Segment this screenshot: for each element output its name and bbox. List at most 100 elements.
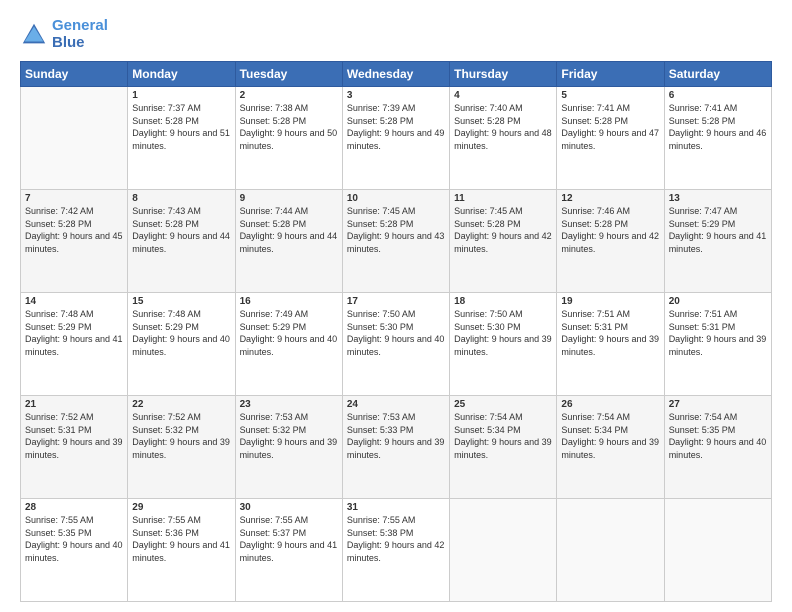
col-header-monday: Monday	[128, 62, 235, 87]
calendar-cell: 14Sunrise: 7:48 AMSunset: 5:29 PMDayligh…	[21, 293, 128, 396]
calendar-cell: 5Sunrise: 7:41 AMSunset: 5:28 PMDaylight…	[557, 87, 664, 190]
day-number: 29	[132, 502, 230, 513]
calendar-cell	[557, 499, 664, 602]
calendar-cell	[21, 87, 128, 190]
calendar-cell: 25Sunrise: 7:54 AMSunset: 5:34 PMDayligh…	[450, 396, 557, 499]
day-number: 9	[240, 193, 338, 204]
col-header-sunday: Sunday	[21, 62, 128, 87]
calendar-cell: 4Sunrise: 7:40 AMSunset: 5:28 PMDaylight…	[450, 87, 557, 190]
calendar-cell: 24Sunrise: 7:53 AMSunset: 5:33 PMDayligh…	[342, 396, 449, 499]
day-number: 30	[240, 502, 338, 513]
day-number: 10	[347, 193, 445, 204]
day-info: Sunrise: 7:51 AMSunset: 5:31 PMDaylight:…	[561, 308, 659, 358]
day-number: 14	[25, 296, 123, 307]
day-number: 28	[25, 502, 123, 513]
calendar-cell	[450, 499, 557, 602]
day-info: Sunrise: 7:54 AMSunset: 5:34 PMDaylight:…	[454, 411, 552, 461]
day-number: 31	[347, 502, 445, 513]
day-info: Sunrise: 7:48 AMSunset: 5:29 PMDaylight:…	[132, 308, 230, 358]
day-number: 18	[454, 296, 552, 307]
day-info: Sunrise: 7:47 AMSunset: 5:29 PMDaylight:…	[669, 205, 767, 255]
day-info: Sunrise: 7:52 AMSunset: 5:32 PMDaylight:…	[132, 411, 230, 461]
calendar-cell: 11Sunrise: 7:45 AMSunset: 5:28 PMDayligh…	[450, 190, 557, 293]
day-number: 16	[240, 296, 338, 307]
day-info: Sunrise: 7:39 AMSunset: 5:28 PMDaylight:…	[347, 102, 445, 152]
day-info: Sunrise: 7:53 AMSunset: 5:32 PMDaylight:…	[240, 411, 338, 461]
calendar-cell: 7Sunrise: 7:42 AMSunset: 5:28 PMDaylight…	[21, 190, 128, 293]
day-info: Sunrise: 7:37 AMSunset: 5:28 PMDaylight:…	[132, 102, 230, 152]
day-number: 15	[132, 296, 230, 307]
day-number: 8	[132, 193, 230, 204]
day-number: 25	[454, 399, 552, 410]
col-header-thursday: Thursday	[450, 62, 557, 87]
calendar-cell: 6Sunrise: 7:41 AMSunset: 5:28 PMDaylight…	[664, 87, 771, 190]
calendar-cell: 9Sunrise: 7:44 AMSunset: 5:28 PMDaylight…	[235, 190, 342, 293]
calendar-cell: 8Sunrise: 7:43 AMSunset: 5:28 PMDaylight…	[128, 190, 235, 293]
day-info: Sunrise: 7:45 AMSunset: 5:28 PMDaylight:…	[454, 205, 552, 255]
calendar-cell: 20Sunrise: 7:51 AMSunset: 5:31 PMDayligh…	[664, 293, 771, 396]
logo-text: General Blue	[52, 18, 108, 51]
header: General Blue	[20, 18, 772, 51]
col-header-tuesday: Tuesday	[235, 62, 342, 87]
calendar-cell: 10Sunrise: 7:45 AMSunset: 5:28 PMDayligh…	[342, 190, 449, 293]
day-number: 27	[669, 399, 767, 410]
calendar-table: SundayMondayTuesdayWednesdayThursdayFrid…	[20, 61, 772, 602]
col-header-friday: Friday	[557, 62, 664, 87]
day-number: 4	[454, 90, 552, 101]
day-number: 5	[561, 90, 659, 101]
day-info: Sunrise: 7:49 AMSunset: 5:29 PMDaylight:…	[240, 308, 338, 358]
logo: General Blue	[20, 18, 108, 51]
day-info: Sunrise: 7:48 AMSunset: 5:29 PMDaylight:…	[25, 308, 123, 358]
day-number: 2	[240, 90, 338, 101]
day-number: 11	[454, 193, 552, 204]
col-header-saturday: Saturday	[664, 62, 771, 87]
calendar-cell: 26Sunrise: 7:54 AMSunset: 5:34 PMDayligh…	[557, 396, 664, 499]
calendar-cell: 30Sunrise: 7:55 AMSunset: 5:37 PMDayligh…	[235, 499, 342, 602]
day-number: 12	[561, 193, 659, 204]
day-info: Sunrise: 7:42 AMSunset: 5:28 PMDaylight:…	[25, 205, 123, 255]
day-info: Sunrise: 7:45 AMSunset: 5:28 PMDaylight:…	[347, 205, 445, 255]
calendar-cell	[664, 499, 771, 602]
day-info: Sunrise: 7:51 AMSunset: 5:31 PMDaylight:…	[669, 308, 767, 358]
calendar-cell: 22Sunrise: 7:52 AMSunset: 5:32 PMDayligh…	[128, 396, 235, 499]
calendar-cell: 28Sunrise: 7:55 AMSunset: 5:35 PMDayligh…	[21, 499, 128, 602]
day-number: 19	[561, 296, 659, 307]
day-info: Sunrise: 7:55 AMSunset: 5:36 PMDaylight:…	[132, 514, 230, 564]
col-header-wednesday: Wednesday	[342, 62, 449, 87]
calendar-cell: 2Sunrise: 7:38 AMSunset: 5:28 PMDaylight…	[235, 87, 342, 190]
day-info: Sunrise: 7:53 AMSunset: 5:33 PMDaylight:…	[347, 411, 445, 461]
day-info: Sunrise: 7:46 AMSunset: 5:28 PMDaylight:…	[561, 205, 659, 255]
day-info: Sunrise: 7:44 AMSunset: 5:28 PMDaylight:…	[240, 205, 338, 255]
calendar-cell: 23Sunrise: 7:53 AMSunset: 5:32 PMDayligh…	[235, 396, 342, 499]
day-info: Sunrise: 7:50 AMSunset: 5:30 PMDaylight:…	[454, 308, 552, 358]
day-info: Sunrise: 7:40 AMSunset: 5:28 PMDaylight:…	[454, 102, 552, 152]
day-number: 26	[561, 399, 659, 410]
day-info: Sunrise: 7:54 AMSunset: 5:34 PMDaylight:…	[561, 411, 659, 461]
day-number: 7	[25, 193, 123, 204]
day-info: Sunrise: 7:50 AMSunset: 5:30 PMDaylight:…	[347, 308, 445, 358]
calendar-cell: 31Sunrise: 7:55 AMSunset: 5:38 PMDayligh…	[342, 499, 449, 602]
day-info: Sunrise: 7:43 AMSunset: 5:28 PMDaylight:…	[132, 205, 230, 255]
day-number: 20	[669, 296, 767, 307]
day-number: 22	[132, 399, 230, 410]
day-number: 1	[132, 90, 230, 101]
day-info: Sunrise: 7:55 AMSunset: 5:38 PMDaylight:…	[347, 514, 445, 564]
calendar-cell: 17Sunrise: 7:50 AMSunset: 5:30 PMDayligh…	[342, 293, 449, 396]
day-number: 6	[669, 90, 767, 101]
logo-icon	[20, 21, 48, 49]
calendar-cell: 21Sunrise: 7:52 AMSunset: 5:31 PMDayligh…	[21, 396, 128, 499]
day-number: 24	[347, 399, 445, 410]
day-number: 23	[240, 399, 338, 410]
day-info: Sunrise: 7:55 AMSunset: 5:35 PMDaylight:…	[25, 514, 123, 564]
page: General Blue SundayMondayTuesdayWednesda…	[0, 0, 792, 612]
day-info: Sunrise: 7:55 AMSunset: 5:37 PMDaylight:…	[240, 514, 338, 564]
day-number: 3	[347, 90, 445, 101]
calendar-cell: 1Sunrise: 7:37 AMSunset: 5:28 PMDaylight…	[128, 87, 235, 190]
calendar-cell: 12Sunrise: 7:46 AMSunset: 5:28 PMDayligh…	[557, 190, 664, 293]
day-number: 21	[25, 399, 123, 410]
day-info: Sunrise: 7:41 AMSunset: 5:28 PMDaylight:…	[561, 102, 659, 152]
day-number: 17	[347, 296, 445, 307]
day-info: Sunrise: 7:54 AMSunset: 5:35 PMDaylight:…	[669, 411, 767, 461]
calendar-cell: 19Sunrise: 7:51 AMSunset: 5:31 PMDayligh…	[557, 293, 664, 396]
calendar-cell: 3Sunrise: 7:39 AMSunset: 5:28 PMDaylight…	[342, 87, 449, 190]
